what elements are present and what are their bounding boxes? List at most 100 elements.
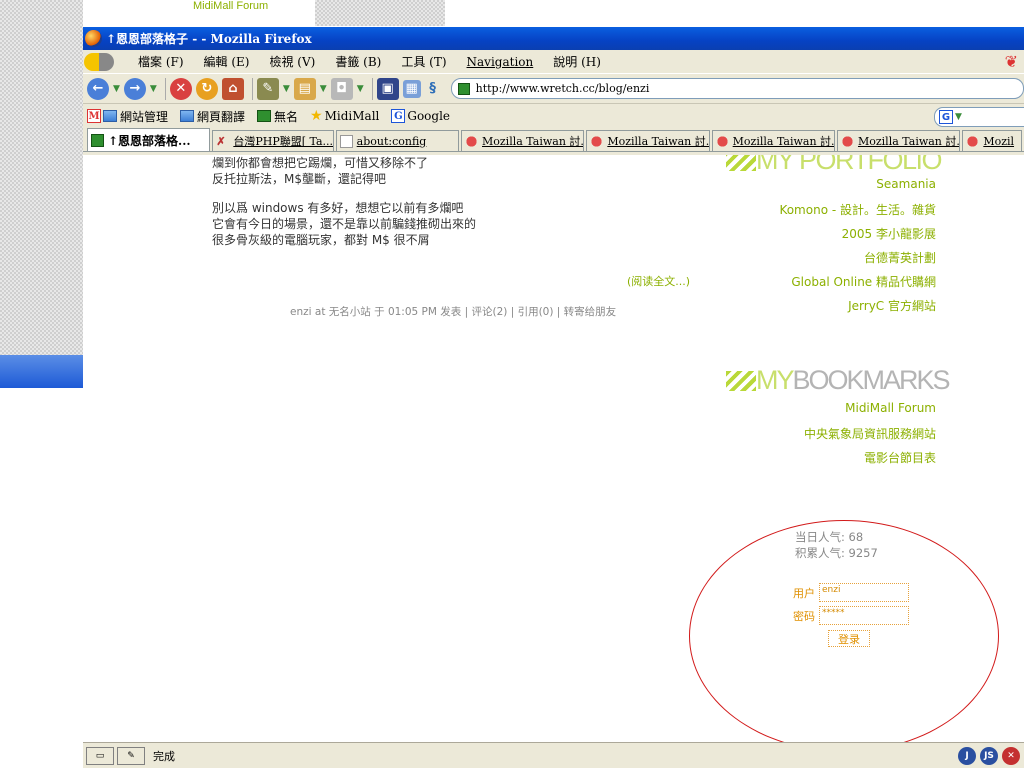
ribbon-icon: ❦: [1004, 52, 1018, 71]
wretch-favicon-icon: [257, 110, 272, 122]
mozilla-icon: [966, 134, 980, 148]
tab-mozilla-taiwan-3[interactable]: Mozilla Taiwan 討...: [711, 130, 835, 151]
post-line-blank: [212, 187, 476, 200]
portfolio-link[interactable]: JerryC 官方網站: [779, 297, 936, 321]
menu-help[interactable]: 說明 (H): [553, 53, 601, 70]
navigation-toolbar: ← ▼ → ▼ ✕ ↻ ⌂ ✎ ▼ ▤ ▼ ◘ ▼ ▣ ▦ § http://w…: [83, 73, 1024, 104]
home-icon[interactable]: ⌂: [221, 77, 244, 100]
tab-mozilla-taiwan-1[interactable]: Mozilla Taiwan 討...: [461, 130, 585, 151]
status-icons: J JS ✕: [954, 746, 1020, 765]
bookmark-label: 無名: [274, 109, 299, 124]
back-dropdown-icon[interactable]: ▼: [113, 84, 120, 94]
tab-label: Mozilla Taiwan 討...: [857, 135, 961, 148]
portfolio-link[interactable]: Global Online 精品代購網: [779, 273, 936, 297]
bookmarks-title-my: MY: [756, 365, 794, 395]
star-icon: ★: [310, 108, 323, 124]
javascript-icon[interactable]: JS: [980, 746, 998, 765]
mozilla-icon: [590, 134, 604, 148]
portfolio-link[interactable]: 台德菁英計劃: [779, 249, 936, 273]
menu-bookmarks[interactable]: 書籤 (B): [335, 53, 381, 70]
visitor-stats: 当日人气: 68 积累人气: 9257: [795, 529, 878, 561]
login-button[interactable]: 登录: [828, 630, 870, 647]
bookmark-link[interactable]: 中央氣象局資訊服務網站: [804, 425, 936, 449]
stripes-icon: [726, 155, 756, 171]
forward-dropdown-icon[interactable]: ▼: [150, 84, 157, 94]
bookmark-link[interactable]: MidiMall Forum: [804, 401, 936, 425]
block-icon[interactable]: ✕: [1002, 746, 1020, 765]
tool-dropdown-icon[interactable]: ▼: [283, 84, 290, 94]
seahorse-icon[interactable]: §: [425, 78, 441, 100]
java-icon[interactable]: J: [958, 746, 976, 765]
reload-icon[interactable]: ↻: [195, 77, 218, 100]
password-field[interactable]: *****: [819, 606, 909, 625]
page-icon: [339, 134, 353, 148]
menu-navigation[interactable]: Navigation: [467, 55, 534, 69]
tab-blog[interactable]: ↑恩恩部落格...: [87, 128, 211, 151]
bookmark-wretch[interactable]: 無名: [257, 108, 298, 125]
bookmark-midimall[interactable]: ★ MidiMall: [310, 108, 379, 124]
tab-mozilla-taiwan-5[interactable]: Mozil: [962, 130, 1023, 151]
google-icon: G: [391, 109, 406, 123]
stripes-icon: [726, 371, 756, 391]
tab-label: ↑恩恩部落格...: [108, 133, 191, 148]
bookmark-site-admin[interactable]: 網站管理: [103, 108, 168, 125]
forward-icon[interactable]: →: [123, 77, 146, 100]
title-bar: ↑恩恩部落格子 - - Mozilla Firefox: [83, 27, 1024, 50]
window-icon[interactable]: ▦: [402, 79, 421, 98]
portfolio-heading: MY PORTFOLIO: [726, 155, 943, 176]
mozilla-icon: [715, 134, 729, 148]
read-more-link[interactable]: (阅读全文...): [627, 273, 690, 289]
desktop-wallpaper-strip: [315, 0, 445, 26]
bookmark-translate[interactable]: 網頁翻譯: [180, 108, 245, 125]
url-bar[interactable]: http://www.wretch.cc/blog/enzi: [450, 78, 1024, 99]
menu-file[interactable]: 檔案 (F): [138, 53, 184, 70]
login-user-row: 用户 enzi: [793, 583, 909, 602]
bookmark-link[interactable]: 電影台節目表: [804, 449, 936, 473]
tab-mozilla-taiwan-4[interactable]: Mozilla Taiwan 討...: [836, 130, 961, 151]
search-box[interactable]: G ▼: [934, 107, 1024, 127]
stop-icon[interactable]: ✕: [169, 77, 192, 100]
tab-about-config[interactable]: about:config: [335, 130, 459, 151]
tool-icon[interactable]: ✎: [256, 77, 279, 100]
password-label: 密码: [793, 609, 815, 623]
back-icon[interactable]: ←: [87, 77, 109, 100]
window-title: ↑恩恩部落格子 - - Mozilla Firefox: [106, 32, 312, 46]
bookmark-links: MidiMall Forum 中央氣象局資訊服務網站 電影台節目表: [804, 401, 936, 473]
mozilla-icon: [465, 134, 478, 148]
gmail-icon[interactable]: M: [87, 109, 101, 123]
status-panel-icon[interactable]: ▭: [86, 746, 114, 765]
menu-edit[interactable]: 編輯 (E): [204, 53, 250, 70]
status-tool-icon[interactable]: ✎: [117, 746, 145, 765]
tab-label: Mozilla Taiwan 討...: [482, 135, 585, 148]
portfolio-link[interactable]: 2005 李小龍影展: [779, 225, 936, 249]
camera-icon[interactable]: ◘: [330, 77, 353, 100]
login-pass-row: 密码 *****: [793, 606, 909, 625]
portfolio-link[interactable]: Komono - 設計。生活。雜貨: [779, 201, 936, 225]
menu-grip-icon: [84, 52, 114, 71]
portfolio-link[interactable]: Seamania: [779, 177, 936, 201]
url-text[interactable]: http://www.wretch.cc/blog/enzi: [476, 82, 650, 95]
bookmark-google[interactable]: G Google: [391, 109, 450, 123]
menu-tools[interactable]: 工具 (T): [401, 53, 446, 70]
bookmark-label: 網站管理: [120, 109, 169, 124]
tab-label: Mozilla Taiwan 討...: [607, 135, 710, 148]
username-field[interactable]: enzi: [819, 583, 909, 602]
tab-label: 台灣PHP聯盟[ Ta...: [233, 135, 334, 148]
bookmark-label: Google: [407, 109, 451, 123]
folder-tool-dropdown-icon[interactable]: ▼: [320, 84, 327, 94]
tab-php[interactable]: ✗ 台灣PHP聯盟[ Ta...: [212, 130, 334, 151]
camera-dropdown-icon[interactable]: ▼: [357, 84, 364, 94]
tab-mozilla-taiwan-2[interactable]: Mozilla Taiwan 討...: [586, 130, 710, 151]
bookmark-label: 網頁翻譯: [197, 109, 246, 124]
post-line: 別以爲 windows 有多好，想想它以前有多爛吧: [212, 201, 464, 215]
screen-icon[interactable]: ▣: [376, 77, 399, 100]
post-line: 反托拉斯法，M$壟斷，還記得吧: [212, 172, 386, 186]
folder-tool-icon[interactable]: ▤: [293, 77, 316, 100]
post-line: 它會有今日的場景，還不是靠以前騙錢推砌出來的: [212, 217, 477, 231]
search-engine-dropdown-icon[interactable]: ▼: [955, 112, 962, 122]
folder-icon: [180, 110, 195, 122]
folder-icon: [103, 110, 117, 122]
taskbar-fragment: [0, 355, 83, 388]
menu-view[interactable]: 檢視 (V): [269, 53, 315, 70]
google-search-icon[interactable]: G: [939, 110, 953, 124]
